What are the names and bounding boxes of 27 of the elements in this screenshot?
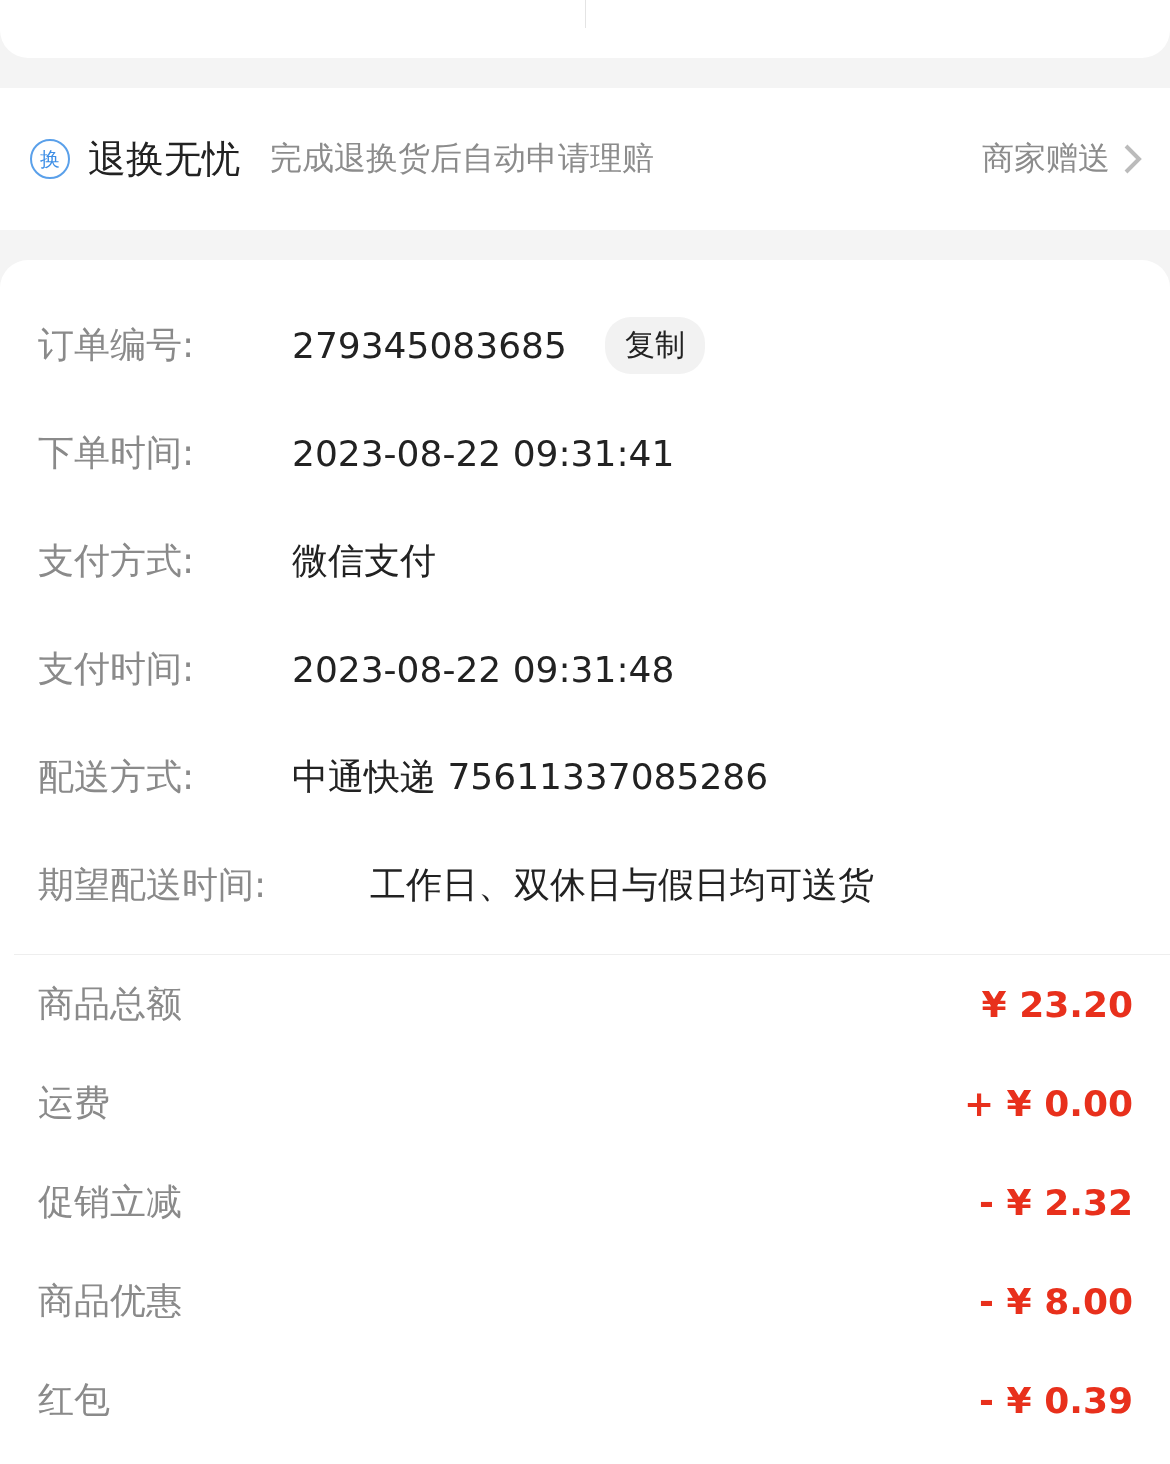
field-label: 支付时间: <box>38 646 196 691</box>
amount-value: - ¥ 8.00 <box>979 1281 1133 1322</box>
amount-label: 运费 <box>38 1081 111 1125</box>
guarantee-description: 完成退换货后自动申请理赔 <box>270 138 655 179</box>
amount-label: 促销立减 <box>38 1180 183 1224</box>
amount-value: + ¥ 0.00 <box>963 1083 1133 1124</box>
amount-value: ¥ 23.20 <box>981 984 1133 1025</box>
field-label: 配送方式: <box>38 754 196 799</box>
copy-button[interactable]: 复制 <box>604 316 705 374</box>
field-value: 工作日、双休日与假日均可送货 <box>370 862 874 907</box>
amount-label: 商品优惠 <box>38 1279 183 1323</box>
amount-label: 红包 <box>38 1378 111 1422</box>
exchange-badge: 换 <box>30 139 70 179</box>
field-value: 279345083685 <box>292 324 567 366</box>
amount-value: - ¥ 0.39 <box>979 1380 1133 1421</box>
guarantee-title: 退换无忧 <box>88 135 240 183</box>
field-label: 支付方式: <box>38 538 196 583</box>
field-label: 下单时间: <box>38 430 196 475</box>
field-value: 微信支付 <box>292 538 436 583</box>
field-label: 订单编号: <box>38 322 196 367</box>
field-value: 中通快递 75611337085286 <box>292 754 769 799</box>
field-label: 期望配送时间: <box>38 862 268 907</box>
field-value: 2023-08-22 09:31:48 <box>292 648 675 690</box>
amount-label: 商品总额 <box>38 982 183 1026</box>
amount-value: - ¥ 2.32 <box>979 1182 1133 1223</box>
chevron-right-icon[interactable] <box>1122 142 1144 176</box>
field-value: 2023-08-22 09:31:41 <box>292 432 675 474</box>
